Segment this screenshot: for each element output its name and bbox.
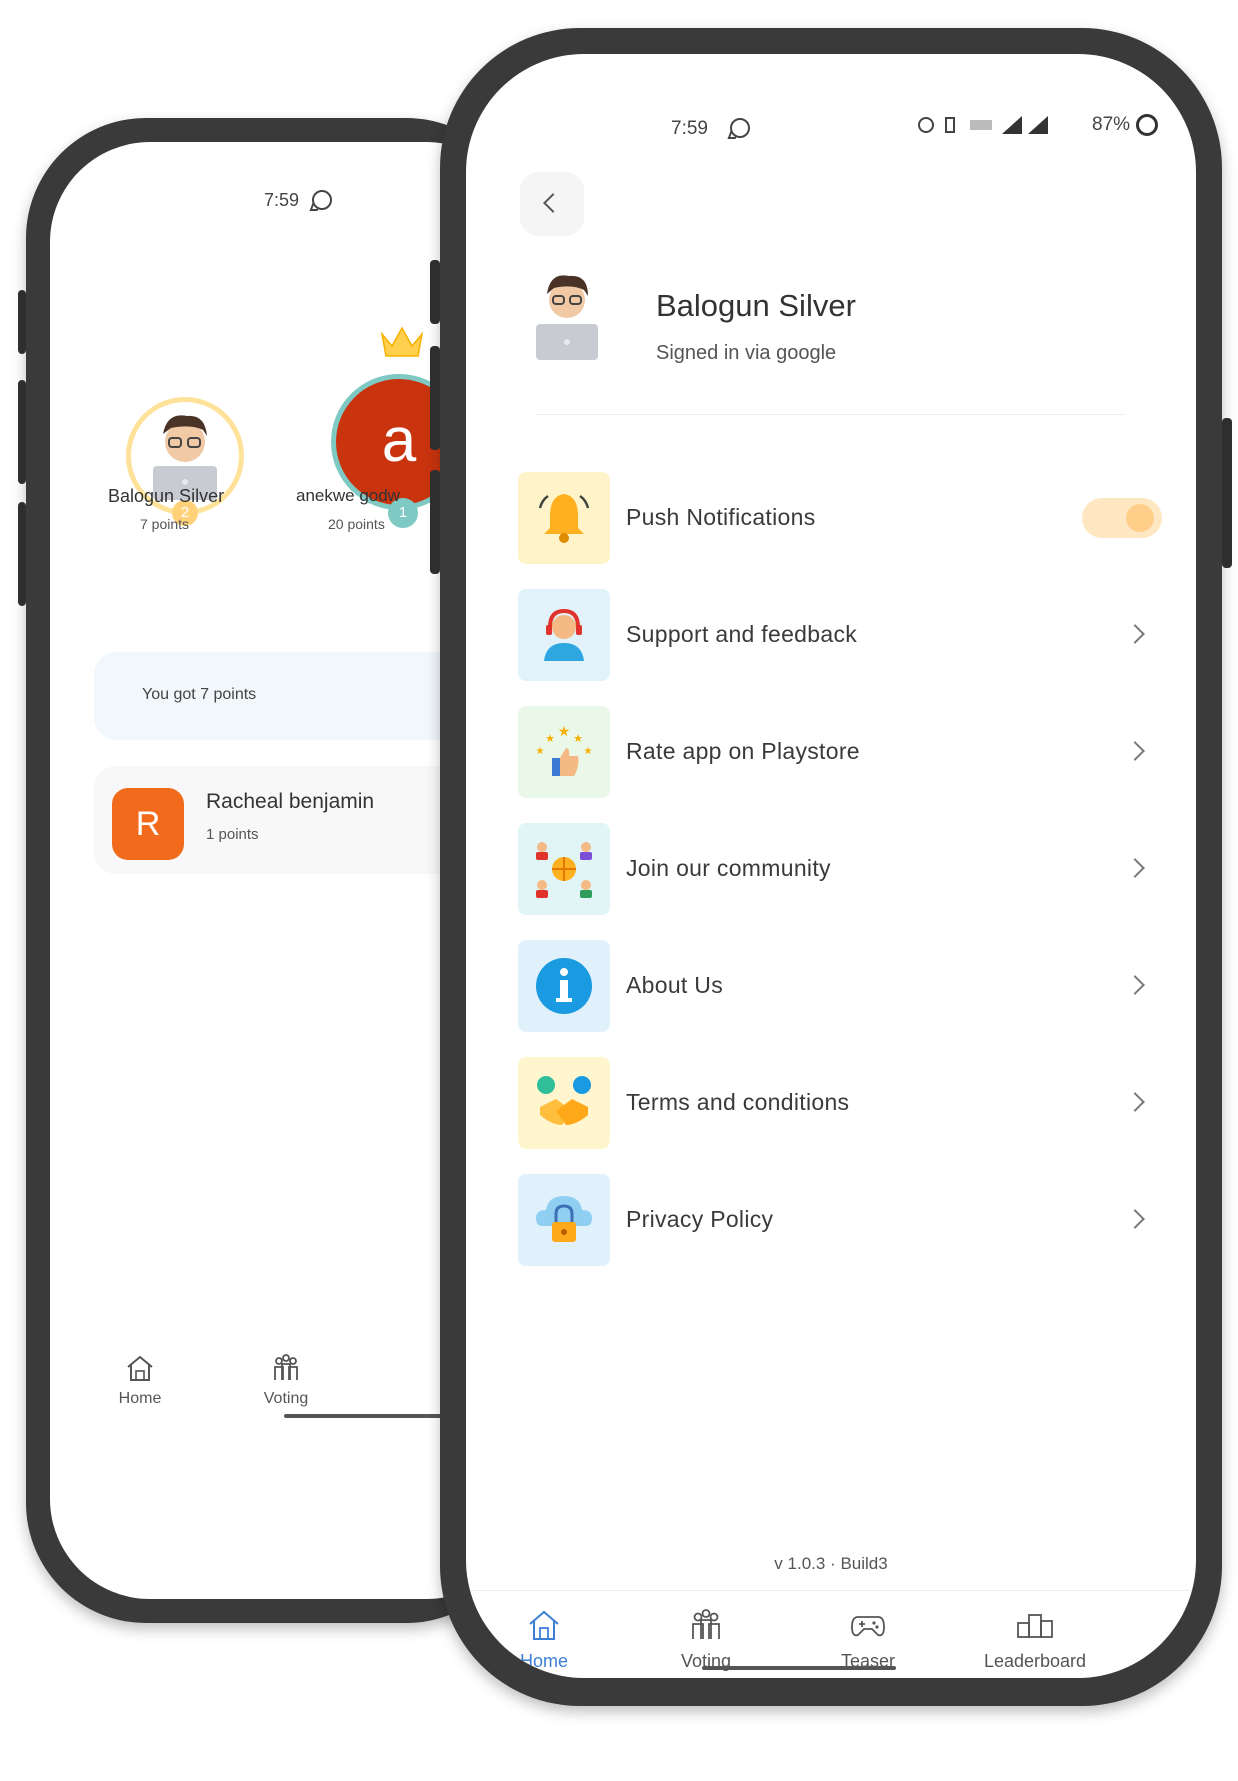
avatar: R — [112, 788, 184, 860]
voting-people-icon — [692, 1609, 720, 1639]
menu-label: Terms and conditions — [626, 1089, 850, 1115]
menu-rate-app[interactable]: ★ ★ ★ ★ ★ Rate app on Playstore — [518, 706, 1158, 798]
svg-text:★: ★ — [584, 746, 593, 757]
front-phone-frame: 7:59 87% Balogun Silver Signed in via go… — [430, 28, 1232, 1706]
status-bar: 7:59 87% — [466, 54, 1196, 139]
info-icon — [536, 958, 592, 1014]
menu-tile — [518, 1174, 610, 1266]
menu-tile — [518, 472, 610, 564]
profile-name: Balogun Silver — [656, 288, 856, 323]
svg-text:★: ★ — [558, 723, 571, 739]
nav-leaderboard[interactable]: Leaderboard — [960, 1609, 1110, 1672]
status-indicators: 87% — [916, 114, 1159, 136]
gamepad-icon — [851, 1616, 885, 1637]
chevron-right-icon — [1125, 1092, 1145, 1112]
podium-points-second: 7 points — [140, 516, 190, 532]
nav-voting-label: Voting — [263, 1390, 309, 1407]
handshake-icon — [537, 1076, 591, 1125]
nav-home[interactable]: Home — [474, 1609, 614, 1672]
svg-text:★: ★ — [573, 733, 583, 745]
chevron-right-icon — [1125, 741, 1145, 761]
nav-voting[interactable]: Voting — [236, 1354, 336, 1408]
status-time: 7:59 — [671, 118, 708, 139]
crown-icon — [380, 326, 424, 357]
side-button — [1222, 418, 1232, 568]
battery-percent: 87% — [1092, 114, 1131, 135]
svg-text:★: ★ — [536, 746, 545, 757]
podium-points-first: 20 points — [328, 516, 385, 532]
side-button — [430, 260, 440, 324]
podium-name-second: Balogun Silver — [108, 486, 225, 506]
voting-people-icon — [274, 1354, 298, 1380]
profile-signin-method: Signed in via google — [656, 342, 837, 364]
menu-label: Push Notifications — [626, 504, 816, 530]
whatsapp-icon — [730, 118, 750, 138]
menu-tile — [518, 589, 610, 681]
menu-tile — [518, 940, 610, 1032]
profile-avatar — [536, 275, 598, 360]
home-indicator — [284, 1414, 454, 1418]
signal-icons — [918, 116, 1048, 134]
menu-tile — [518, 823, 610, 915]
divider — [536, 414, 1126, 415]
nav-home-label: Home — [118, 1390, 162, 1407]
menu-label: Rate app on Playstore — [626, 738, 860, 764]
status-time: 7:59 — [264, 190, 300, 210]
app-version: v 1.0.3 · Build3 — [774, 1554, 888, 1573]
chevron-right-icon — [1125, 624, 1145, 644]
home-icon — [529, 1610, 559, 1640]
menu-privacy-policy[interactable]: Privacy Policy — [518, 1174, 1158, 1266]
side-button — [18, 290, 26, 354]
menu-join-community[interactable]: Join our community — [518, 823, 1158, 915]
community-globe-icon — [536, 842, 592, 898]
menu-push-notifications[interactable]: Push Notifications — [518, 472, 1162, 564]
nav-home-label: Home — [519, 1651, 568, 1671]
nav-teaser[interactable]: Teaser — [798, 1609, 938, 1672]
side-button — [430, 346, 440, 450]
menu-terms-conditions[interactable]: Terms and conditions — [518, 1057, 1158, 1149]
menu-about-us[interactable]: About Us — [518, 940, 1158, 1032]
battery-icon — [1136, 114, 1159, 136]
nav-leaderboard-label: Leaderboard — [983, 1651, 1087, 1671]
home-icon — [127, 1355, 153, 1381]
menu-label: Join our community — [626, 855, 831, 881]
menu-tile — [518, 1057, 610, 1149]
leaderboard-points: 1 points — [206, 826, 259, 843]
bottom-nav: Home Voting Teaser Leaderboard — [466, 1590, 1196, 1678]
home-indicator — [702, 1666, 896, 1670]
side-button — [430, 470, 440, 574]
nav-voting[interactable]: Voting — [636, 1609, 776, 1672]
chevron-right-icon — [1125, 975, 1145, 995]
whatsapp-icon — [312, 190, 332, 210]
bell-icon — [538, 494, 590, 543]
push-notifications-toggle[interactable] — [1082, 498, 1162, 538]
menu-tile: ★ ★ ★ ★ ★ — [518, 706, 610, 798]
side-button — [18, 502, 26, 606]
svg-text:★: ★ — [545, 733, 555, 745]
settings-screen: 7:59 87% Balogun Silver Signed in via go… — [466, 54, 1196, 1678]
nav-home[interactable]: Home — [90, 1354, 190, 1408]
menu-label: About Us — [626, 972, 724, 998]
menu-label: Privacy Policy — [626, 1206, 774, 1232]
rating-stars-icon: ★ ★ ★ ★ ★ — [536, 723, 593, 776]
chevron-right-icon — [1125, 858, 1145, 878]
menu-label: Support and feedback — [626, 621, 858, 647]
podium-icon — [1017, 1614, 1053, 1638]
menu-support-feedback[interactable]: Support and feedback — [518, 589, 1158, 681]
chevron-right-icon — [1125, 1209, 1145, 1229]
podium-name-first: anekwe godw — [296, 486, 400, 505]
side-button — [18, 380, 26, 484]
points-message: You got 7 points — [142, 686, 257, 703]
headset-agent-icon — [544, 608, 584, 661]
leaderboard-name: Racheal benjamin — [206, 790, 375, 813]
cloud-lock-icon — [536, 1196, 592, 1242]
back-button[interactable] — [520, 172, 584, 236]
